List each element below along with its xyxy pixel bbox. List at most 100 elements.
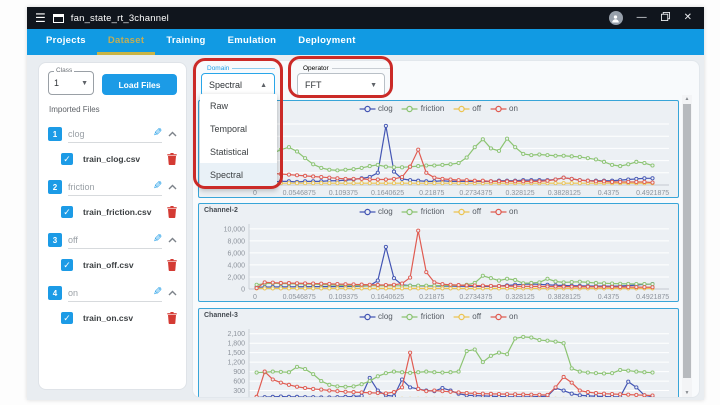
svg-text:900: 900 <box>233 369 245 376</box>
collapse-chevron-up-icon[interactable] <box>168 237 177 243</box>
hamburger-icon[interactable]: ☰ <box>35 12 46 24</box>
svg-text:0.2734375: 0.2734375 <box>459 190 492 197</box>
legend-item-off[interactable]: off <box>453 207 481 216</box>
menu-option-statistical[interactable]: Statistical <box>200 140 277 163</box>
delete-icon[interactable] <box>167 259 177 271</box>
delete-icon[interactable] <box>167 206 177 218</box>
edit-icon[interactable]: ✎ <box>153 287 162 298</box>
svg-text:1,800: 1,800 <box>227 341 245 348</box>
file-row: ✓ train_friction.csv <box>48 204 177 220</box>
legend-item-off[interactable]: off <box>453 104 481 113</box>
svg-text:0.4375: 0.4375 <box>598 294 620 301</box>
app-window: ☰ fan_state_rt_3channel — ✕ ProjectsData… <box>27 7 704 400</box>
chevron-down-icon: ▼ <box>81 80 88 87</box>
vertical-scrollbar[interactable]: ▲ ▼ <box>682 95 692 397</box>
window-title: fan_state_rt_3channel <box>71 13 169 24</box>
legend-item-clog[interactable]: clog <box>359 104 393 113</box>
minimize-button[interactable]: — <box>637 13 647 23</box>
svg-text:300: 300 <box>233 388 245 395</box>
tab-projects[interactable]: Projects <box>35 29 97 55</box>
svg-text:0.3828125: 0.3828125 <box>548 190 581 197</box>
svg-text:0: 0 <box>253 190 257 197</box>
window-icon <box>53 14 64 23</box>
operator-select-value: FFT <box>305 80 322 90</box>
chevron-up-icon: ▲ <box>260 82 267 89</box>
menu-option-raw[interactable]: Raw <box>200 94 277 117</box>
file-checkbox[interactable]: ✓ <box>61 153 73 165</box>
class-name-text: clog <box>68 129 153 139</box>
file-name: train_friction.csv <box>83 207 167 217</box>
class-name-field[interactable]: friction✎ <box>68 178 162 196</box>
svg-text:0.21875: 0.21875 <box>419 190 444 197</box>
tab-training[interactable]: Training <box>155 29 216 55</box>
close-button[interactable]: ✕ <box>684 13 692 23</box>
svg-text:8,000: 8,000 <box>227 238 245 245</box>
legend-item-clog[interactable]: clog <box>359 312 393 321</box>
chart-plot: 2,1001,8001,5001,20090060030000.05468750… <box>199 309 677 398</box>
file-name: train_off.csv <box>83 260 167 270</box>
tab-emulation[interactable]: Emulation <box>217 29 288 55</box>
collapse-chevron-up-icon[interactable] <box>168 184 177 190</box>
content: Class 1 ▼ Load Files Imported Files 1clo… <box>27 55 704 400</box>
file-group-friction: 2friction✎✓train_friction.csv <box>48 178 177 220</box>
load-files-button[interactable]: Load Files <box>102 74 177 95</box>
operator-select-box[interactable]: FFT ▼ <box>297 73 385 97</box>
class-index-badge: 1 <box>48 127 62 141</box>
class-name-field[interactable]: off✎ <box>68 231 162 249</box>
class-name-text: friction <box>68 182 153 192</box>
class-select[interactable]: Class 1 ▼ <box>48 71 94 95</box>
tab-deployment[interactable]: Deployment <box>287 29 366 55</box>
tab-dataset[interactable]: Dataset <box>97 29 155 55</box>
menu-option-temporal[interactable]: Temporal <box>200 117 277 140</box>
delete-icon[interactable] <box>167 153 177 165</box>
svg-text:0.328125: 0.328125 <box>505 294 534 301</box>
file-name: train_clog.csv <box>83 154 167 164</box>
legend-item-off[interactable]: off <box>453 312 481 321</box>
file-row: ✓ train_clog.csv <box>48 151 177 167</box>
svg-text:6,000: 6,000 <box>227 250 245 257</box>
scroll-down-icon[interactable]: ▼ <box>682 390 692 396</box>
avatar[interactable] <box>609 11 623 25</box>
legend-item-on[interactable]: on <box>490 104 518 113</box>
delete-icon[interactable] <box>167 312 177 324</box>
svg-text:0.3828125: 0.3828125 <box>548 294 581 301</box>
class-name-field[interactable]: on✎ <box>68 284 162 302</box>
class-select-label: Class <box>54 67 74 74</box>
chart-legend: clog friction offon <box>359 312 518 321</box>
menu-option-spectral[interactable]: Spectral <box>200 163 277 186</box>
edit-icon[interactable]: ✎ <box>153 181 162 192</box>
imported-files-list: 1clog✎✓train_clog.csv2friction✎✓train_fr… <box>48 125 177 326</box>
scrollbar-thumb[interactable] <box>683 104 691 378</box>
domain-select[interactable]: Domain Spectral ▲ <box>201 64 275 97</box>
legend-item-on[interactable]: on <box>490 312 518 321</box>
legend-item-friction[interactable]: friction <box>402 207 445 216</box>
restore-button[interactable] <box>661 12 670 24</box>
file-checkbox[interactable]: ✓ <box>61 312 73 324</box>
legend-item-clog[interactable]: clog <box>359 207 393 216</box>
file-name: train_on.csv <box>83 313 167 323</box>
svg-text:0.328125: 0.328125 <box>505 190 534 197</box>
edit-icon[interactable]: ✎ <box>153 128 162 139</box>
svg-text:0.4921875: 0.4921875 <box>636 190 669 197</box>
collapse-chevron-up-icon[interactable] <box>168 131 177 137</box>
svg-text:0: 0 <box>253 294 257 301</box>
user-icon <box>611 14 620 23</box>
class-name-field[interactable]: clog✎ <box>68 125 162 143</box>
svg-text:10,000: 10,000 <box>224 226 246 233</box>
legend-item-on[interactable]: on <box>490 207 518 216</box>
file-checkbox[interactable]: ✓ <box>61 259 73 271</box>
svg-text:600: 600 <box>233 379 245 386</box>
svg-text:4,000: 4,000 <box>227 262 245 269</box>
svg-text:2,000: 2,000 <box>227 274 245 281</box>
domain-select-label: Domain <box>201 65 232 72</box>
scroll-up-icon[interactable]: ▲ <box>682 96 692 102</box>
edit-icon[interactable]: ✎ <box>153 234 162 245</box>
collapse-chevron-up-icon[interactable] <box>168 290 177 296</box>
group-header: 1 clog✎ <box>48 125 177 143</box>
legend-item-friction[interactable]: friction <box>402 312 445 321</box>
file-checkbox[interactable]: ✓ <box>61 206 73 218</box>
svg-text:0.0546875: 0.0546875 <box>283 190 316 197</box>
operator-select[interactable]: Operator FFT ▼ <box>297 64 392 97</box>
legend-item-friction[interactable]: friction <box>402 104 445 113</box>
operator-select-label: Operator <box>297 65 332 72</box>
